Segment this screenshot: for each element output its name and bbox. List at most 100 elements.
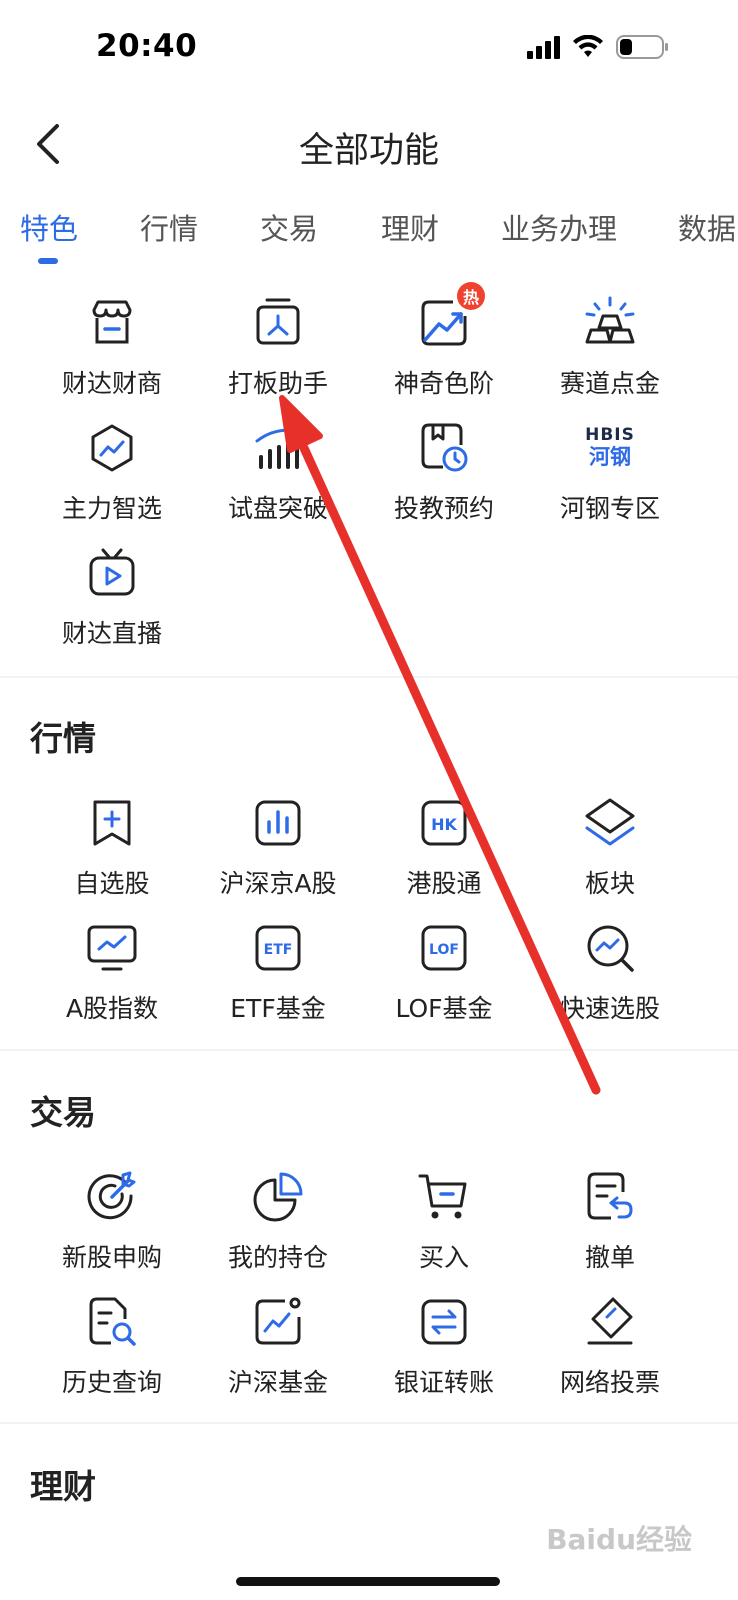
trade-label: 买入: [418, 1243, 469, 1272]
trend-chart-icon: 热: [417, 282, 485, 350]
status-icons: [527, 34, 670, 60]
trade-section-title: 交易: [30, 1093, 96, 1132]
doc-search-icon: [85, 1295, 139, 1349]
hbis-logo-bottom: 河钢: [589, 445, 631, 469]
trade-label: 我的持仓: [227, 1243, 328, 1272]
section-divider: [0, 676, 738, 678]
feature-magic-color[interactable]: 热 神奇色阶: [359, 282, 529, 406]
search-trend-icon: [583, 921, 637, 975]
wifi-icon: [573, 35, 603, 57]
feature-test-breakout[interactable]: 试盘突破: [193, 421, 363, 531]
market-label: 板块: [584, 869, 635, 898]
market-label: A股指数: [65, 994, 159, 1023]
feature-label: 财达财商: [61, 369, 162, 398]
shop-icon: [85, 296, 139, 350]
market-sectors[interactable]: 板块: [525, 796, 695, 906]
vote-icon: [583, 1295, 637, 1349]
market-label: 自选股: [74, 869, 150, 898]
feature-live[interactable]: 财达直播: [27, 546, 197, 656]
trade-label: 新股申购: [61, 1243, 162, 1272]
tab-trade[interactable]: 交易: [260, 206, 318, 248]
market-lof[interactable]: LOF LOF基金: [359, 921, 529, 1031]
trade-cancel-order[interactable]: 撤单: [525, 1170, 695, 1280]
hexagon-trend-icon: [85, 421, 139, 475]
feature-hbis-zone[interactable]: HBIS 河钢 河钢专区: [525, 421, 695, 531]
tab-business[interactable]: 业务办理: [501, 206, 617, 248]
feature-label: 河钢专区: [559, 494, 660, 523]
market-label: LOF基金: [395, 994, 493, 1023]
feature-main-select[interactable]: 主力智选: [27, 421, 197, 531]
section-divider: [0, 1049, 738, 1051]
market-a-shares[interactable]: 沪深京A股: [193, 796, 363, 906]
status-time: 20:40: [96, 28, 198, 64]
market-section-title: 行情: [30, 719, 96, 758]
market-hk-connect[interactable]: HK 港股通: [359, 796, 529, 906]
trade-sz-sh-fund[interactable]: 沪深基金: [193, 1295, 363, 1405]
market-label: 快速选股: [559, 994, 660, 1023]
status-bar: 20:40: [0, 0, 738, 96]
feature-label: 赛道点金: [559, 369, 660, 398]
bookmark-plus-icon: [85, 796, 139, 850]
market-label: ETF基金: [230, 994, 326, 1023]
monitor-trend-icon: [85, 921, 139, 975]
board-helper-icon: [251, 296, 305, 350]
trade-online-vote[interactable]: 网络投票: [525, 1295, 695, 1405]
watermark: Baidu经验: [546, 1523, 692, 1556]
trade-buy[interactable]: 买入: [359, 1170, 529, 1280]
section-divider: [0, 1422, 738, 1424]
market-label: 沪深京A股: [219, 869, 337, 898]
feature-label: 神奇色阶: [393, 369, 494, 398]
feature-track-gold[interactable]: 赛道点金: [525, 296, 695, 406]
tab-featured[interactable]: 特色: [20, 206, 78, 248]
layers-icon: [583, 796, 637, 850]
hbis-logo-icon: HBIS 河钢: [583, 421, 637, 475]
feature-caida-caishang[interactable]: 财达财商: [27, 296, 197, 406]
lof-icon: LOF: [417, 921, 471, 975]
gold-bar-icon: [583, 296, 637, 350]
trade-history-query[interactable]: 历史查询: [27, 1295, 197, 1405]
feature-daban-helper[interactable]: 打板助手: [193, 296, 363, 406]
etf-icon: ETF: [251, 921, 305, 975]
market-label: 港股通: [406, 869, 482, 898]
trade-label: 历史查询: [61, 1368, 162, 1397]
hk-icon: HK: [417, 796, 471, 850]
target-icon: [85, 1170, 139, 1224]
feature-label: 试盘突破: [227, 494, 328, 523]
battery-icon: [616, 35, 668, 59]
feature-label: 主力智选: [61, 494, 162, 523]
chart-dot-icon: [251, 1295, 305, 1349]
trade-ipo-subscribe[interactable]: 新股申购: [27, 1170, 197, 1280]
feature-edu-booking[interactable]: 投教预约: [359, 421, 529, 531]
trade-bank-transfer[interactable]: 银证转账: [359, 1295, 529, 1405]
wealth-section-title: 理财: [30, 1467, 96, 1506]
page-title: 全部功能: [298, 131, 439, 171]
market-a-index[interactable]: A股指数: [27, 921, 197, 1031]
doc-undo-icon: [583, 1170, 637, 1224]
market-watchlist[interactable]: 自选股: [27, 796, 197, 906]
cellular-signal-icon: [527, 35, 560, 59]
bar-chart-icon: [251, 796, 305, 850]
transfer-icon: [417, 1295, 471, 1349]
trade-label: 沪深基金: [227, 1368, 328, 1397]
category-tabs: 特色 行情 交易 理财 业务办理 数据: [0, 196, 738, 276]
trade-label: 撤单: [584, 1243, 635, 1272]
book-clock-icon: [417, 421, 471, 475]
bar-breakout-icon: [251, 421, 305, 475]
market-etf[interactable]: ETF ETF基金: [193, 921, 363, 1031]
trade-my-positions[interactable]: 我的持仓: [193, 1170, 363, 1280]
tv-play-icon: [85, 546, 139, 600]
feature-label: 财达直播: [61, 619, 162, 648]
lof-icon-text: LOF: [429, 942, 459, 958]
cart-icon: [417, 1170, 471, 1224]
market-quick-pick[interactable]: 快速选股: [525, 921, 695, 1031]
trade-label: 网络投票: [559, 1368, 660, 1397]
home-indicator: [236, 1577, 500, 1586]
etf-icon-text: ETF: [264, 942, 293, 958]
feature-label: 打板助手: [227, 369, 328, 398]
tab-data[interactable]: 数据: [678, 206, 736, 248]
tab-market[interactable]: 行情: [140, 206, 198, 248]
nav-bar: 全部功能: [0, 104, 738, 184]
pie-chart-icon: [251, 1170, 305, 1224]
tab-wealth[interactable]: 理财: [381, 206, 439, 248]
hot-badge: 热: [457, 282, 485, 310]
